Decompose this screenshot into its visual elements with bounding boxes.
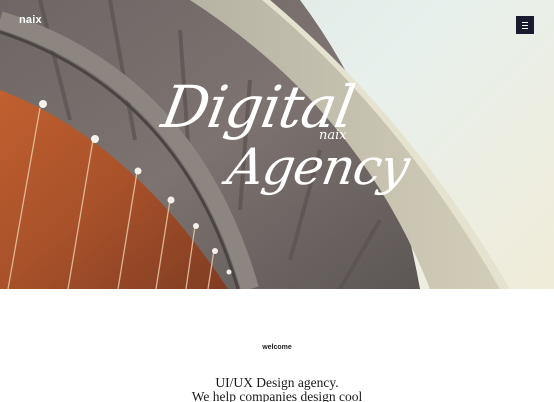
- menu-button[interactable]: [516, 16, 534, 34]
- hamburger-icon-line: [522, 25, 528, 26]
- hamburger-icon-line: [522, 28, 528, 29]
- hero-section: naix Digital naix Agency: [0, 0, 554, 289]
- intro-tagline: UI/UX Design agency. We help companies d…: [0, 376, 554, 402]
- tagline-line-2: We help companies design cool: [191, 389, 363, 402]
- hero-title-line-2: Agency: [222, 138, 414, 196]
- hamburger-icon: [522, 22, 528, 23]
- tagline-line-1: UI/UX Design agency.: [215, 375, 339, 390]
- page: naix Digital naix Agency welcome UI/UX D…: [0, 0, 554, 402]
- brand-logo[interactable]: naix: [19, 14, 42, 26]
- welcome-eyebrow: welcome: [262, 344, 292, 351]
